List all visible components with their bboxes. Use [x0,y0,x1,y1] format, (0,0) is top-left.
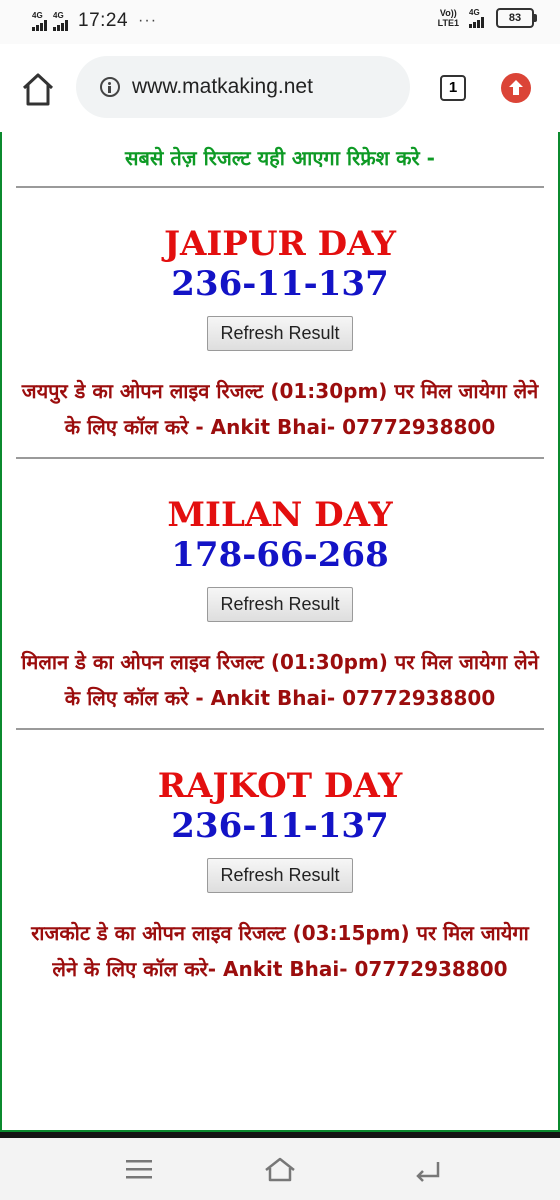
browser-toolbar: www.matkaking.net 1 [0,44,560,132]
url-text[interactable]: www.matkaking.net [132,75,313,99]
refresh-result-button[interactable]: Refresh Result [207,316,353,351]
menu-icon[interactable] [122,1156,156,1186]
tagline: सबसे तेज़ रिजल्ट यही आएगा रिफ्रेश करे - [124,146,435,170]
status-bar: 4G 4G 17:24 ··· Vo)) LTE1 4G 83 [0,0,560,44]
game-block-rajkot-day: RAJKOT DAY 236-11-137 Refresh Result राज… [2,730,558,987]
system-nav-bar [0,1132,560,1200]
game-title: JAIPUR DAY [163,224,397,264]
clock: 17:24 [78,10,129,31]
update-arrow-icon[interactable] [501,73,531,103]
signal-sim2-icon: 4G [53,11,68,31]
game-result: 178-66-268 [171,535,389,575]
home-icon[interactable] [262,1156,298,1188]
volte-icon: Vo)) LTE1 [437,8,459,28]
game-title: MILAN DAY [167,495,393,535]
back-icon[interactable] [410,1156,444,1188]
status-right: Vo)) LTE1 4G 83 [437,8,537,28]
game-info-text: मिलान डे का ओपन लाइव रिजल्ट (01:30pm) पर… [21,650,539,710]
game-result: 236-11-137 [171,264,389,304]
network-icon: 4G [469,8,484,28]
home-icon[interactable] [18,70,58,110]
refresh-result-button[interactable]: Refresh Result [207,587,353,622]
signal-sim1-icon: 4G [32,11,47,31]
status-left: 4G 4G 17:24 ··· [32,10,157,32]
site-info-icon[interactable] [100,77,120,97]
game-block-milan-day: MILAN DAY 178-66-268 Refresh Result मिला… [2,459,558,716]
battery-icon: 83 [496,8,537,28]
game-title: RAJKOT DAY [157,766,403,806]
game-block-jaipur-day: JAIPUR DAY 236-11-137 Refresh Result जयप… [2,188,558,445]
game-info-text: जयपुर डे का ओपन लाइव रिजल्ट (01:30pm) पर… [21,379,539,439]
url-bar[interactable]: www.matkaking.net [76,56,410,118]
overflow-notifications: ··· [138,12,158,29]
refresh-result-button[interactable]: Refresh Result [207,858,353,893]
tab-switcher-button[interactable]: 1 [440,75,466,101]
game-result: 236-11-137 [171,806,389,846]
game-info-text: राजकोट डे का ओपन लाइव रिजल्ट (03:15pm) प… [31,921,529,981]
web-page: सबसे तेज़ रिजल्ट यही आएगा रिफ्रेश करे - … [0,132,560,1132]
